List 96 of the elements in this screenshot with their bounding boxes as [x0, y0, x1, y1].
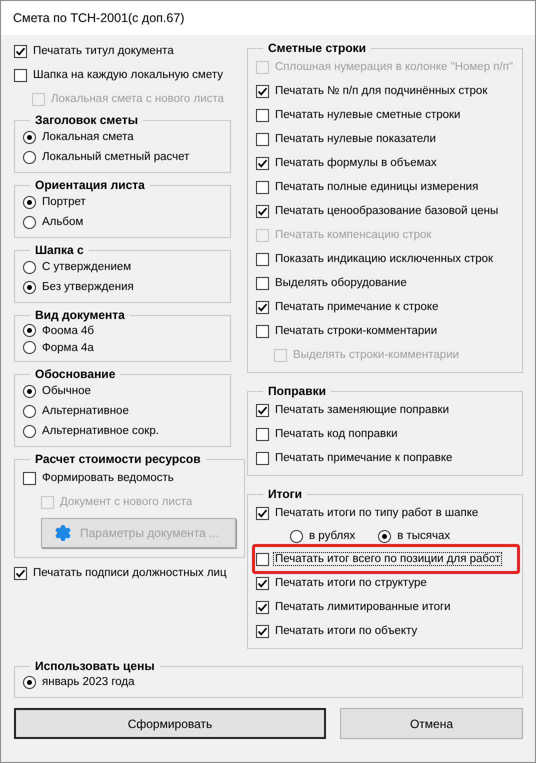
checkbox-label[interactable]: Печатать формулы в объемах	[274, 157, 438, 169]
checkbox-label[interactable]: Печатать строки-комментарии	[274, 325, 438, 337]
radio-label[interactable]: С утверждением	[41, 261, 132, 273]
checkbox-label[interactable]: Показать индикацию исключенных строк	[274, 253, 494, 265]
checkbox-label[interactable]: Печатать подписи должностных лиц	[32, 567, 228, 579]
checkbox-label[interactable]: Печатать итоги по объекту	[274, 625, 418, 637]
checkbox[interactable]	[256, 506, 269, 520]
checkbox[interactable]	[23, 472, 36, 484]
checkbox[interactable]	[256, 404, 269, 416]
checkbox[interactable]	[256, 156, 269, 170]
check-icon	[257, 206, 268, 216]
check-icon	[257, 626, 268, 636]
checkbox-label[interactable]: Печатать нулевые сметные строки	[274, 109, 462, 121]
checkbox-label[interactable]: Печатать код поправки	[274, 428, 399, 440]
checkbox-label[interactable]: Печатать примечание к строке	[274, 301, 440, 313]
checkbox[interactable]	[256, 204, 269, 218]
checkbox-label[interactable]: Печатать примечание к поправке	[274, 452, 454, 464]
radio-label[interactable]: в тысячах	[396, 530, 452, 542]
checkbox-label[interactable]: Формировать ведомость	[41, 472, 175, 484]
checkbox-label[interactable]: Печатать № п/п для подчинённых строк	[274, 85, 488, 97]
radio-button[interactable]	[290, 530, 303, 542]
checkbox[interactable]	[256, 84, 269, 98]
radio-label[interactable]: Обычное	[41, 385, 92, 397]
radio-label[interactable]: в рублях	[308, 530, 356, 542]
checkbox[interactable]	[256, 276, 269, 290]
check-icon	[257, 158, 268, 168]
checkbox-label[interactable]: Печатать итоги по типу работ в шапке	[274, 507, 480, 519]
checkbox[interactable]	[256, 300, 269, 314]
group-title: Заголовок сметы	[34, 114, 139, 127]
radio-label[interactable]: Портрет	[41, 196, 87, 208]
radio-button[interactable]	[23, 196, 36, 208]
checkbox-label[interactable]: Печатать титул документа	[32, 45, 175, 57]
checkbox[interactable]	[256, 576, 269, 590]
group-title: Шапка с	[34, 244, 85, 257]
group-title: Ориентация листа	[34, 179, 146, 192]
checkbox-label[interactable]: Печатать лимитированные итоги	[274, 601, 452, 613]
radio-button[interactable]	[23, 324, 36, 337]
check-icon	[257, 302, 268, 312]
checkbox[interactable]	[256, 180, 269, 194]
radio-label[interactable]: Без утверждения	[41, 281, 135, 293]
radio-button[interactable]	[23, 260, 36, 274]
check-icon	[257, 508, 268, 518]
checkbox[interactable]	[14, 566, 27, 580]
radio-button[interactable]	[23, 130, 36, 144]
radio-button[interactable]	[23, 424, 36, 438]
radio-button[interactable]	[23, 384, 36, 398]
check-icon	[257, 602, 268, 612]
checkbox[interactable]	[256, 552, 269, 566]
checkbox-label[interactable]: Печатать итог всего по позиции для работ	[274, 553, 502, 565]
radio-button[interactable]	[23, 676, 36, 688]
checkbox[interactable]	[256, 252, 269, 266]
checkbox-label[interactable]: Печатать нулевые показатели	[274, 133, 437, 145]
group-title: Использовать цены	[34, 660, 156, 673]
check-icon	[257, 86, 268, 96]
radio-button[interactable]	[23, 280, 36, 294]
checkbox-label[interactable]: Печатать заменяющие поправки	[274, 404, 450, 416]
checkbox-label[interactable]: Шапка на каждую локальную смету	[32, 69, 224, 81]
check-icon	[15, 568, 26, 578]
checkbox[interactable]	[14, 68, 27, 82]
radio-label[interactable]: Альтернативное	[41, 405, 130, 417]
radio-button[interactable]	[23, 341, 36, 354]
checkbox-label[interactable]: Выделять оборудование	[274, 277, 408, 289]
checkbox[interactable]	[14, 44, 27, 58]
check-icon	[257, 404, 268, 416]
radio-button[interactable]	[23, 404, 36, 418]
checkbox[interactable]	[256, 600, 269, 614]
checkbox-label[interactable]: Печатать ценообразование базовой цены	[274, 205, 500, 217]
check-icon	[15, 46, 26, 56]
group-title: Итоги	[267, 488, 304, 501]
checkbox[interactable]	[256, 624, 269, 638]
checkbox-label[interactable]: Печатать полные единицы измерения	[274, 181, 480, 193]
radio-label[interactable]: Альтернативное сокр.	[41, 425, 160, 437]
check-icon	[257, 578, 268, 588]
radio-label[interactable]: Локальный сметный расчет	[41, 151, 190, 163]
checkbox[interactable]	[256, 132, 269, 146]
group-title: Обоснование	[34, 368, 116, 381]
window-title: Смета по ТСН-2001(с доп.67)	[13, 11, 184, 25]
radio-label[interactable]: Фоома 4б	[41, 324, 96, 336]
checkbox[interactable]	[256, 452, 269, 464]
radio-label[interactable]: Форма 4а	[41, 342, 95, 354]
radio-label[interactable]: январь 2023 года	[41, 676, 136, 688]
radio-label[interactable]: Локальная смета	[41, 131, 135, 143]
radio-button[interactable]	[378, 530, 392, 542]
group-title: Поправки	[267, 385, 327, 398]
radio-button[interactable]	[23, 150, 36, 164]
group-title: Вид документа	[34, 309, 126, 322]
checkbox-label[interactable]: Печатать итоги по структуре	[274, 577, 428, 589]
checkbox[interactable]	[256, 108, 269, 122]
group-title: Сметные строки	[267, 42, 368, 55]
checkbox[interactable]	[256, 324, 269, 338]
radio-label[interactable]: Альбом	[41, 216, 84, 228]
radio-button[interactable]	[23, 216, 36, 228]
group-title: Расчет стоимости ресурсов	[34, 453, 202, 466]
checkbox[interactable]	[256, 428, 269, 440]
dialog-button[interactable]: Сформировать	[14, 708, 326, 739]
dialog-button[interactable]: Отмена	[340, 708, 523, 739]
